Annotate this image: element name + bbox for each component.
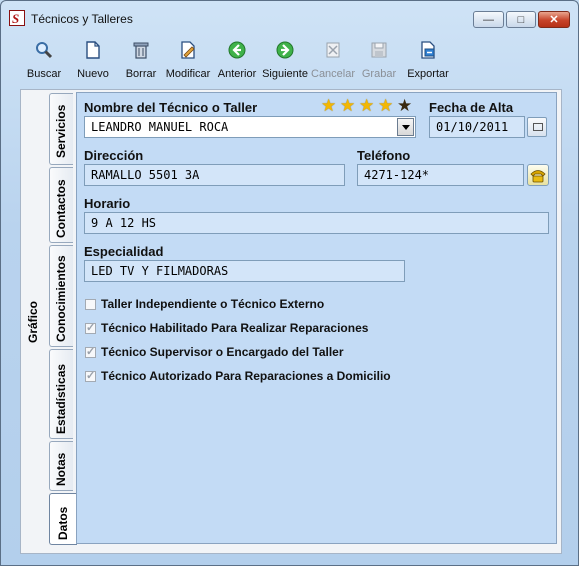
- nombre-value: LEANDRO MANUEL ROCA: [91, 120, 229, 134]
- maximize-icon: □: [517, 13, 525, 26]
- tab-contactos[interactable]: Contactos: [49, 167, 73, 243]
- star-icon[interactable]: ★: [340, 97, 355, 114]
- star-icon[interactable]: ★: [397, 97, 412, 114]
- minimize-button[interactable]: —: [473, 11, 504, 28]
- especialidad-value: LED TV Y FILMADORAS: [91, 264, 229, 278]
- telefono-label: Teléfono: [357, 148, 411, 163]
- checkbox-box[interactable]: [85, 369, 96, 382]
- checkbox-label: Técnico Autorizado Para Reparaciones a D…: [101, 369, 391, 383]
- fecha-value: 01/10/2011: [436, 120, 509, 134]
- tab-servicios[interactable]: Servicios: [49, 93, 73, 165]
- tab-conocimientos[interactable]: Conocimientos: [49, 245, 73, 347]
- nombre-combobox[interactable]: LEANDRO MANUEL ROCA: [84, 116, 416, 138]
- maximize-button[interactable]: □: [506, 11, 536, 28]
- checkbox-tecnico-habilitado[interactable]: Técnico Habilitado Para Realizar Reparac…: [85, 321, 368, 335]
- search-icon: [36, 42, 53, 59]
- export-button[interactable]: Exportar: [405, 39, 451, 83]
- title-bar[interactable]: S Técnicos y Talleres — □ ✕: [1, 1, 578, 35]
- export-icon: [421, 41, 435, 59]
- tab-grafico[interactable]: Gráfico: [23, 91, 45, 547]
- calendar-icon[interactable]: [527, 117, 547, 137]
- checkbox-taller-independiente[interactable]: Taller Independiente o Técnico Externo: [85, 297, 324, 311]
- tab-estadisticas[interactable]: Estadísticas: [49, 349, 73, 439]
- especialidad-label: Especialidad: [84, 244, 164, 259]
- window: S Técnicos y Talleres — □ ✕ Buscar Nuevo: [0, 0, 579, 566]
- direccion-value: RAMALLO 5501 3A: [91, 168, 200, 182]
- checkbox-box[interactable]: [85, 298, 96, 310]
- tab-notas[interactable]: Notas: [49, 441, 73, 491]
- checkbox-tecnico-supervisor[interactable]: Técnico Supervisor o Encargado del Talle…: [85, 345, 344, 359]
- telefono-value: 4271-124*: [364, 168, 430, 182]
- previous-button[interactable]: Anterior: [215, 39, 259, 83]
- star-icon[interactable]: ★: [378, 97, 393, 114]
- fecha-label: Fecha de Alta: [429, 100, 514, 115]
- edit-icon: [181, 41, 195, 59]
- tab-datos[interactable]: Datos: [49, 493, 77, 545]
- new-button[interactable]: Nuevo: [73, 39, 113, 83]
- horario-field[interactable]: 9 A 12 HS: [84, 212, 549, 234]
- checkbox-box[interactable]: [85, 345, 96, 358]
- close-icon: ✕: [549, 14, 559, 26]
- save-button[interactable]: Grabar: [359, 39, 399, 83]
- horario-label: Horario: [84, 196, 131, 211]
- dial-button[interactable]: [527, 164, 549, 186]
- telefono-field[interactable]: 4271-124*: [357, 164, 524, 186]
- app-logo-icon: S: [9, 10, 25, 26]
- arrow-left-icon: [228, 41, 246, 59]
- checkbox-label: Taller Independiente o Técnico Externo: [101, 297, 325, 311]
- save-icon: [371, 42, 387, 58]
- cancel-icon: [326, 42, 340, 58]
- star-icon[interactable]: ★: [359, 97, 374, 114]
- window-title: Técnicos y Talleres: [31, 12, 133, 26]
- arrow-right-icon: [276, 41, 294, 59]
- close-button[interactable]: ✕: [538, 11, 570, 28]
- star-icon[interactable]: ★: [321, 97, 336, 114]
- datos-panel: [76, 92, 557, 544]
- cancel-button[interactable]: Cancelar: [311, 39, 355, 83]
- checkbox-box[interactable]: [85, 321, 96, 334]
- direccion-label: Dirección: [84, 148, 144, 163]
- next-button[interactable]: Siguiente: [261, 39, 309, 83]
- nombre-label: Nombre del Técnico o Taller: [84, 100, 258, 115]
- checkbox-label: Técnico Habilitado Para Realizar Reparac…: [101, 321, 369, 335]
- delete-button[interactable]: Borrar: [121, 39, 161, 83]
- checkbox-label: Técnico Supervisor o Encargado del Talle…: [101, 345, 344, 359]
- fecha-field[interactable]: 01/10/2011: [429, 116, 525, 138]
- search-button[interactable]: Buscar: [19, 39, 69, 83]
- nombre-dropdown-button[interactable]: [397, 118, 414, 136]
- direccion-field[interactable]: RAMALLO 5501 3A: [84, 164, 345, 186]
- checkbox-tecnico-autorizado[interactable]: Técnico Autorizado Para Reparaciones a D…: [85, 369, 391, 383]
- horario-value: 9 A 12 HS: [91, 216, 157, 230]
- minimize-icon: —: [483, 13, 494, 26]
- especialidad-field[interactable]: LED TV Y FILMADORAS: [84, 260, 405, 282]
- new-document-icon: [86, 41, 100, 59]
- trash-icon: [133, 42, 149, 59]
- edit-button[interactable]: Modificar: [163, 39, 213, 83]
- telephone-icon: [530, 170, 546, 183]
